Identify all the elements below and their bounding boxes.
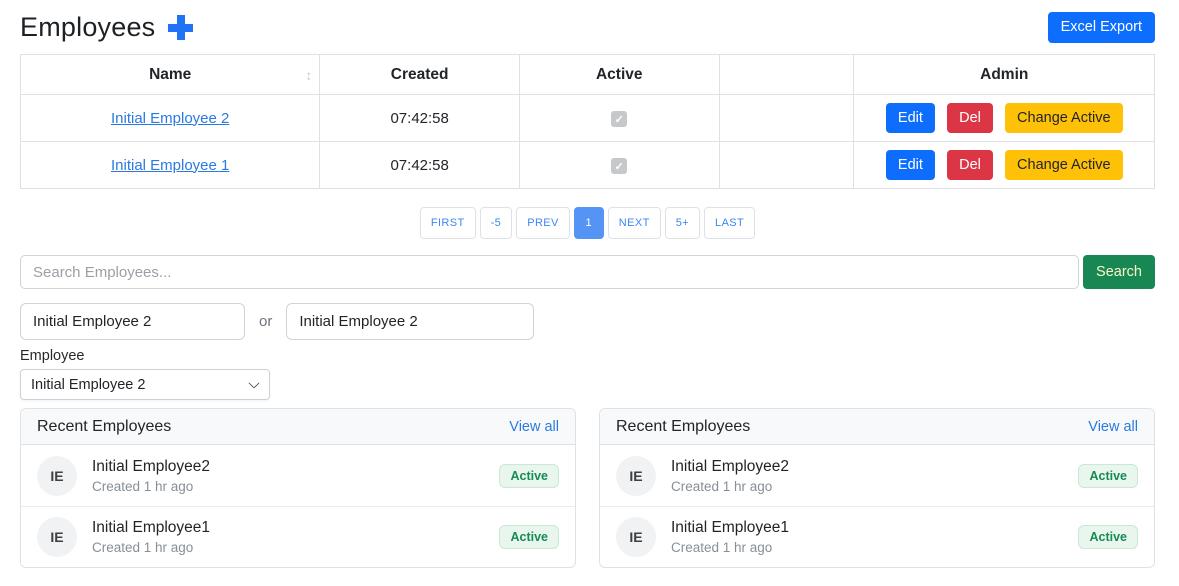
status-badge: Active bbox=[1078, 464, 1138, 488]
status-badge: Active bbox=[499, 464, 559, 488]
item-text: Initial Employee1 Created 1 hr ago bbox=[671, 519, 789, 555]
column-header-blank bbox=[719, 55, 854, 95]
page-title: Employees bbox=[20, 12, 155, 43]
column-header-name[interactable]: Name ↕ bbox=[21, 55, 320, 95]
view-all-link[interactable]: View all bbox=[1088, 419, 1138, 435]
active-checkbox: ✓ bbox=[611, 158, 627, 174]
avatar: IE bbox=[37, 517, 77, 557]
filter-row: or bbox=[20, 303, 1155, 340]
excel-export-button[interactable]: Excel Export bbox=[1048, 12, 1155, 43]
search-row: Search bbox=[20, 255, 1155, 289]
employee-created: Created 1 hr ago bbox=[671, 479, 789, 494]
sort-icon: ↕ bbox=[305, 67, 312, 83]
page-minus5-button[interactable]: -5 bbox=[480, 207, 513, 239]
or-label: or bbox=[259, 313, 272, 330]
add-employee-plus-icon[interactable] bbox=[168, 15, 193, 40]
item-text: Initial Employee2 Created 1 hr ago bbox=[92, 458, 210, 494]
employee-created: Created 1 hr ago bbox=[92, 479, 210, 494]
edit-button[interactable]: Edit bbox=[886, 103, 935, 134]
search-input[interactable] bbox=[20, 255, 1079, 289]
employee-list-item: IE Initial Employee2 Created 1 hr ago Ac… bbox=[600, 445, 1154, 506]
blank-cell bbox=[719, 142, 854, 189]
employee-list-item: IE Initial Employee2 Created 1 hr ago Ac… bbox=[21, 445, 575, 506]
item-text: Initial Employee2 Created 1 hr ago bbox=[671, 458, 789, 494]
avatar: IE bbox=[37, 456, 77, 496]
delete-button[interactable]: Del bbox=[947, 150, 993, 181]
recent-employees-cards: Recent Employees View all IE Initial Emp… bbox=[20, 408, 1155, 568]
created-cell: 07:42:58 bbox=[320, 95, 520, 142]
recent-employees-card-left: Recent Employees View all IE Initial Emp… bbox=[20, 408, 576, 568]
employees-table: Name ↕ Created Active Admin Initial Empl… bbox=[20, 54, 1155, 189]
created-cell: 07:42:58 bbox=[320, 142, 520, 189]
employee-select-label: Employee bbox=[20, 348, 1155, 364]
employee-created: Created 1 hr ago bbox=[92, 540, 210, 555]
column-header-active: Active bbox=[519, 55, 719, 95]
employee-name: Initial Employee2 bbox=[671, 458, 789, 476]
avatar: IE bbox=[616, 456, 656, 496]
page-first-button[interactable]: FIRST bbox=[420, 207, 476, 239]
status-badge: Active bbox=[499, 525, 559, 549]
employee-name: Initial Employee1 bbox=[671, 519, 789, 537]
recent-employees-card-right: Recent Employees View all IE Initial Emp… bbox=[599, 408, 1155, 568]
card-header: Recent Employees View all bbox=[21, 409, 575, 445]
card-header: Recent Employees View all bbox=[600, 409, 1154, 445]
item-text: Initial Employee1 Created 1 hr ago bbox=[92, 519, 210, 555]
avatar: IE bbox=[616, 517, 656, 557]
employee-row: Initial Employee 2 07:42:58 ✓ Edit Del C… bbox=[21, 95, 1155, 142]
employee-name: Initial Employee2 bbox=[92, 458, 210, 476]
employee-name: Initial Employee1 bbox=[92, 519, 210, 537]
view-all-link[interactable]: View all bbox=[509, 419, 559, 435]
search-button[interactable]: Search bbox=[1083, 255, 1155, 289]
employee-name-link[interactable]: Initial Employee 2 bbox=[111, 110, 229, 127]
table-header-row: Name ↕ Created Active Admin bbox=[21, 55, 1155, 95]
page-last-button[interactable]: LAST bbox=[704, 207, 755, 239]
check-icon: ✓ bbox=[615, 114, 624, 126]
check-icon: ✓ bbox=[615, 161, 624, 173]
column-header-admin: Admin bbox=[854, 55, 1155, 95]
change-active-button[interactable]: Change Active bbox=[1005, 150, 1123, 181]
page-1-button[interactable]: 1 bbox=[574, 207, 604, 239]
employees-page: Employees Excel Export Name ↕ Created Ac… bbox=[0, 0, 1179, 568]
page-plus5-button[interactable]: 5+ bbox=[665, 207, 700, 239]
card-title: Recent Employees bbox=[37, 418, 171, 436]
column-header-created: Created bbox=[320, 55, 520, 95]
active-checkbox: ✓ bbox=[611, 111, 627, 127]
employee-filter-input-1[interactable] bbox=[20, 303, 245, 340]
page-prev-button[interactable]: PREV bbox=[516, 207, 570, 239]
page-next-button[interactable]: NEXT bbox=[608, 207, 661, 239]
employee-list-item: IE Initial Employee1 Created 1 hr ago Ac… bbox=[600, 506, 1154, 567]
edit-button[interactable]: Edit bbox=[886, 150, 935, 181]
delete-button[interactable]: Del bbox=[947, 103, 993, 134]
pagination: FIRST -5 PREV 1 NEXT 5+ LAST bbox=[20, 207, 1155, 239]
change-active-button[interactable]: Change Active bbox=[1005, 103, 1123, 134]
employee-select-control[interactable]: Initial Employee 2 bbox=[20, 369, 270, 400]
page-header: Employees Excel Export bbox=[20, 12, 1155, 43]
name-header-label: Name bbox=[149, 66, 191, 83]
title-wrap: Employees bbox=[20, 12, 193, 43]
employee-list-item: IE Initial Employee1 Created 1 hr ago Ac… bbox=[21, 506, 575, 567]
status-badge: Active bbox=[1078, 525, 1138, 549]
card-title: Recent Employees bbox=[616, 418, 750, 436]
employee-select: Initial Employee 2 bbox=[20, 369, 270, 400]
blank-cell bbox=[719, 95, 854, 142]
employee-row: Initial Employee 1 07:42:58 ✓ Edit Del C… bbox=[21, 142, 1155, 189]
employee-filter-input-2[interactable] bbox=[286, 303, 534, 340]
employee-created: Created 1 hr ago bbox=[671, 540, 789, 555]
employee-name-link[interactable]: Initial Employee 1 bbox=[111, 157, 229, 174]
